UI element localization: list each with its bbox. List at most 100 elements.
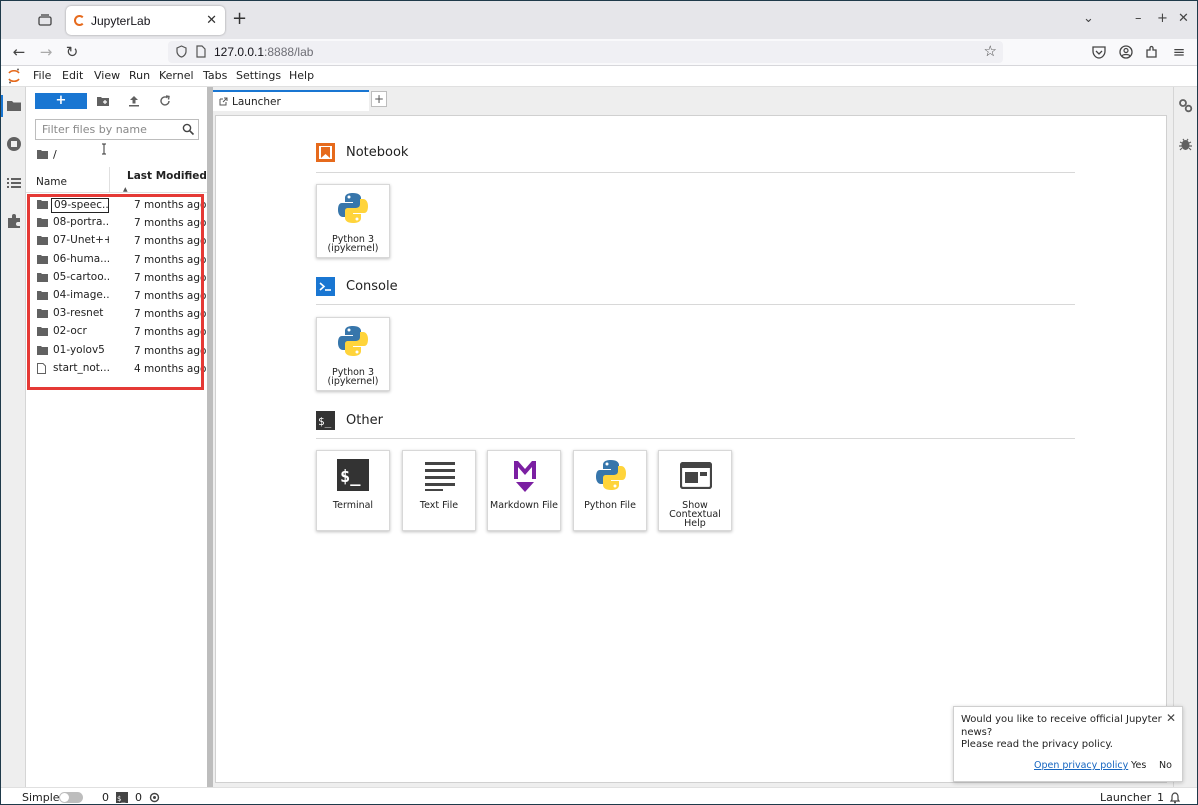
- app-menu-icon[interactable]: ≡: [1169, 42, 1189, 62]
- active-panel-indicator: [1, 95, 3, 117]
- notification-count[interactable]: 1: [1157, 791, 1164, 804]
- file-name[interactable]: start_not...: [51, 362, 109, 377]
- notebook-section-title: Notebook: [346, 145, 409, 160]
- menu-settings[interactable]: Settings: [236, 69, 281, 82]
- terminals-count[interactable]: 0: [102, 791, 109, 804]
- folder-icon: [37, 218, 48, 228]
- tab-launcher[interactable]: Launcher: [213, 90, 369, 111]
- close-notification-icon[interactable]: ✕: [1166, 711, 1176, 725]
- pocket-icon[interactable]: [1092, 45, 1106, 59]
- notification-yes-button[interactable]: Yes: [1131, 760, 1146, 771]
- browser-tab-jupyterlab[interactable]: JupyterLab ✕: [66, 6, 225, 35]
- file-name[interactable]: 05-cartoo...: [51, 271, 109, 286]
- list-all-tabs-icon[interactable]: [35, 10, 55, 30]
- debugger-bug-icon[interactable]: [1179, 137, 1192, 151]
- home-folder-icon[interactable]: [37, 149, 48, 159]
- file-name[interactable]: 04-image...: [51, 289, 109, 304]
- kernels-count[interactable]: 0: [135, 791, 142, 804]
- bookmark-star-icon[interactable]: ☆: [984, 42, 997, 60]
- new-tab-button[interactable]: +: [232, 10, 247, 28]
- url-bar[interactable]: 127.0.0.1:8888/lab ☆: [168, 41, 1003, 63]
- notebook-python3-card[interactable]: Python 3 (ipykernel): [316, 184, 390, 258]
- maximize-window-icon[interactable]: +: [1157, 11, 1168, 26]
- file-name[interactable]: 03-resnet: [51, 307, 109, 322]
- menu-edit[interactable]: Edit: [62, 69, 83, 82]
- close-window-icon[interactable]: ✕: [1178, 11, 1189, 26]
- breadcrumb-root[interactable]: /: [53, 148, 57, 161]
- tab-overflow-chevron-icon[interactable]: ⌄: [1083, 11, 1094, 26]
- file-row[interactable]: 09-speec... 7 months ago: [26, 196, 207, 214]
- minimize-window-icon[interactable]: –: [1135, 11, 1142, 26]
- svg-text:$_: $_: [117, 795, 126, 803]
- notebook-divider: [316, 172, 1075, 173]
- menu-help[interactable]: Help: [289, 69, 314, 82]
- table-of-contents-icon[interactable]: [6, 175, 22, 191]
- menu-view[interactable]: View: [94, 69, 120, 82]
- extension-manager-icon[interactable]: [6, 213, 22, 229]
- file-modified: 7 months ago: [134, 235, 207, 248]
- file-list-header: Name Last Modified ▲: [26, 167, 207, 193]
- column-divider[interactable]: [109, 167, 110, 193]
- file-name[interactable]: 01-yolov5: [51, 344, 109, 359]
- new-launcher-button[interactable]: +: [35, 93, 87, 109]
- file-row[interactable]: 01-yolov5 7 months ago: [26, 342, 207, 360]
- menu-run[interactable]: Run: [129, 69, 150, 82]
- folder-icon: [37, 254, 48, 264]
- file-row[interactable]: 07-Unet++ 7 months ago: [26, 232, 207, 250]
- privacy-policy-link[interactable]: Open privacy policy: [1034, 760, 1128, 771]
- file-row[interactable]: 08-portra... 7 months ago: [26, 214, 207, 232]
- refresh-icon[interactable]: [158, 94, 172, 108]
- file-name[interactable]: 02-ocr: [51, 325, 109, 340]
- file-row[interactable]: 02-ocr 7 months ago: [26, 323, 207, 341]
- file-row[interactable]: 04-image... 7 months ago: [26, 287, 207, 305]
- left-sidebar: [1, 87, 26, 787]
- running-sessions-icon[interactable]: [6, 136, 22, 152]
- notebook-section-icon: [316, 143, 335, 162]
- folder-icon: [37, 309, 48, 319]
- simple-mode-toggle[interactable]: [59, 792, 83, 803]
- property-inspector-icon[interactable]: [1178, 98, 1193, 113]
- contextual-help-card[interactable]: Show Contextual Help: [658, 450, 732, 531]
- new-folder-icon[interactable]: [96, 94, 110, 108]
- file-row[interactable]: 06-huma... 7 months ago: [26, 251, 207, 269]
- other-section-title: Other: [346, 413, 383, 428]
- upload-icon[interactable]: [127, 94, 141, 108]
- browser-tab-title: JupyterLab: [91, 13, 151, 28]
- close-tab-icon[interactable]: ✕: [206, 13, 217, 28]
- filter-files-input[interactable]: [36, 120, 176, 139]
- file-name[interactable]: 08-portra...: [51, 216, 109, 231]
- python-file-card[interactable]: Python File: [573, 450, 647, 531]
- file-row[interactable]: start_not... 4 months ago: [26, 360, 207, 378]
- page-info-icon[interactable]: [196, 45, 206, 58]
- bell-icon[interactable]: [1169, 791, 1181, 804]
- file-row[interactable]: 05-cartoo... 7 months ago: [26, 269, 207, 287]
- text-file-card[interactable]: Text File: [402, 450, 476, 531]
- extensions-icon[interactable]: [1145, 45, 1159, 59]
- reload-icon[interactable]: ↻: [62, 42, 82, 62]
- menu-tabs[interactable]: Tabs: [203, 69, 227, 82]
- card-label-line1: Terminal: [332, 500, 374, 511]
- card-label-line1: Python File: [584, 500, 636, 511]
- python-logo-icon: [338, 193, 368, 223]
- file-name[interactable]: 09-speec...: [51, 198, 109, 213]
- jupyter-logo-icon[interactable]: [8, 68, 20, 84]
- file-row[interactable]: 03-resnet 7 months ago: [26, 305, 207, 323]
- console-python3-card[interactable]: Python 3 (ipykernel): [316, 317, 390, 391]
- menu-kernel[interactable]: Kernel: [159, 69, 194, 82]
- terminal-card[interactable]: $_ Terminal: [316, 450, 390, 531]
- back-arrow-icon[interactable]: ←: [9, 42, 29, 62]
- account-icon[interactable]: [1119, 45, 1133, 59]
- shield-icon[interactable]: [176, 45, 187, 58]
- file-name[interactable]: 07-Unet++: [51, 234, 109, 249]
- folder-icon[interactable]: [6, 98, 22, 114]
- markdown-file-card[interactable]: Markdown File: [487, 450, 561, 531]
- column-last-modified[interactable]: Last Modified: [127, 170, 207, 182]
- file-name[interactable]: 06-huma...: [51, 253, 109, 268]
- forward-arrow-icon[interactable]: →: [36, 42, 56, 62]
- notification-no-button[interactable]: No: [1159, 760, 1172, 771]
- url-host: 127.0.0.1: [214, 45, 265, 59]
- file-modified: 7 months ago: [134, 344, 207, 357]
- menu-file[interactable]: File: [33, 69, 51, 82]
- column-name[interactable]: Name: [36, 176, 67, 188]
- add-tab-button[interactable]: +: [371, 91, 387, 107]
